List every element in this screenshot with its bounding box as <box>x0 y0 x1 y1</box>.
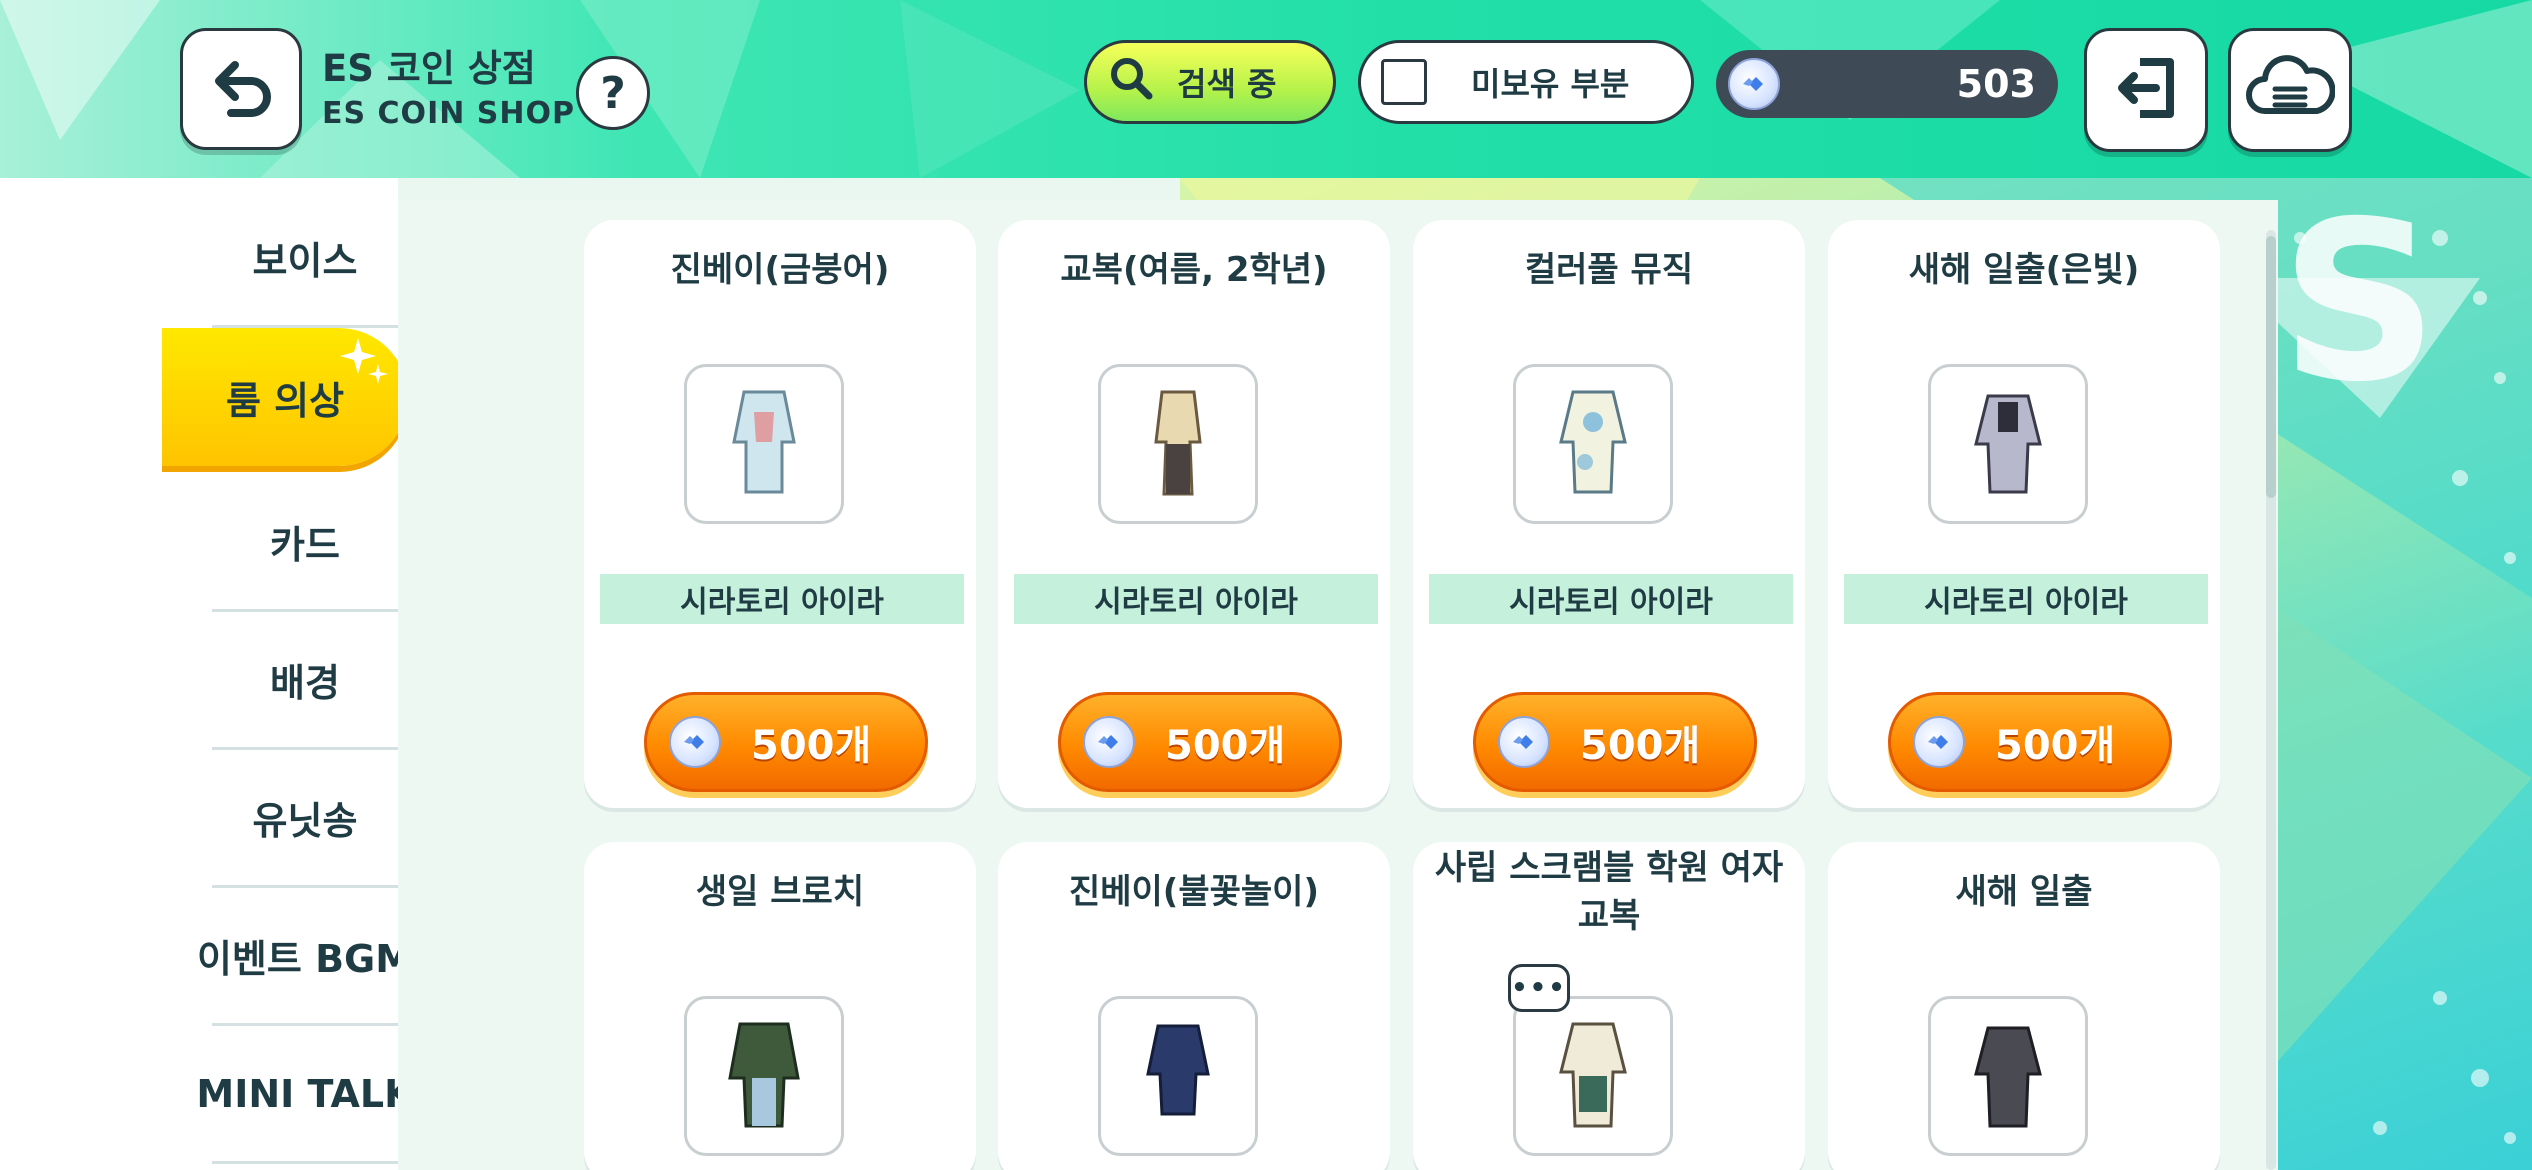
unowned-filter-checkbox[interactable] <box>1381 59 1427 105</box>
es-coin-icon <box>669 716 721 768</box>
item-name: 새해 일출(은빛) <box>1908 250 2140 290</box>
es-coin-icon <box>1498 716 1550 768</box>
shop-item-card[interactable]: 컬러풀 뮤직 시라토리 아이라 500개 <box>1413 220 1805 808</box>
sparkle-icon <box>338 336 390 397</box>
outfit-icon <box>1968 1014 2048 1138</box>
page-subtitle: ES COIN SHOP <box>322 96 575 131</box>
buy-button[interactable]: 500개 <box>1888 692 2172 792</box>
sidebar-item-event-bgm[interactable]: 이벤트 BGM <box>197 888 413 1026</box>
item-name: 컬러풀 뮤직 <box>1524 250 1694 290</box>
item-name: 사립 스크램블 학원 여자 교복 <box>1434 848 1784 936</box>
filter-label: 미보유 부분 <box>1471 65 1630 103</box>
character-name: 시라토리 아이라 <box>1844 574 2208 624</box>
price-label: 500개 <box>1580 723 1701 769</box>
item-thumbnail[interactable] <box>1513 364 1673 524</box>
shop-item-card[interactable]: 새해 일출 <box>1828 842 2220 1170</box>
es-coin-icon <box>1083 716 1135 768</box>
item-thumbnail[interactable] <box>1928 364 2088 524</box>
sidebar-item-card[interactable]: 카드 <box>212 474 398 612</box>
es-coin-icon <box>1913 716 1965 768</box>
shop-item-card[interactable]: 사립 스크램블 학원 여자 교복 <box>1413 842 1805 1170</box>
back-arrow-icon <box>205 51 277 127</box>
outfit-icon <box>724 1014 804 1138</box>
coin-balance: 503 <box>1716 50 2058 118</box>
price-label: 500개 <box>751 723 872 769</box>
sidebar-item-unit-song[interactable]: 유닛송 <box>212 750 398 888</box>
svg-text:S: S <box>2280 178 2438 430</box>
es-coin-icon <box>1728 58 1780 110</box>
sidebar-item-label: 룸 의상 <box>225 378 345 423</box>
sidebar-item-room-outfit[interactable]: 룸 의상 <box>162 328 408 466</box>
item-thumbnail[interactable] <box>684 996 844 1156</box>
character-name: 시라토리 아이라 <box>1429 574 1793 624</box>
scrollbar-thumb[interactable] <box>2266 236 2276 498</box>
item-name: 진베이(금붕어) <box>670 250 890 290</box>
outfit-icon <box>1553 1014 1633 1138</box>
sidebar-item-voice[interactable]: 보이스 <box>212 190 398 328</box>
shop-item-card[interactable]: 진베이(불꽃놀이) <box>998 842 1390 1170</box>
item-name: 새해 일출 <box>1955 872 2093 912</box>
item-thumbnail[interactable] <box>1098 364 1258 524</box>
outfit-icon <box>1138 1014 1218 1138</box>
search-icon <box>1109 56 1153 108</box>
search-label: 검색 중 <box>1177 65 1277 103</box>
outfit-icon <box>1968 382 2048 506</box>
item-thumbnail[interactable] <box>1098 996 1258 1156</box>
shop-item-card[interactable]: 새해 일출(은빛) 시라토리 아이라 500개 <box>1828 220 2220 808</box>
sidebar-item-background[interactable]: 배경 <box>212 612 398 750</box>
outfit-icon <box>1138 382 1218 506</box>
price-label: 500개 <box>1165 723 1286 769</box>
chat-bubble-icon: ••• <box>1508 964 1570 1012</box>
search-button[interactable]: 검색 중 <box>1084 40 1336 124</box>
outfit-icon <box>724 382 804 506</box>
character-name: 시라토리 아이라 <box>1014 574 1378 624</box>
sidebar-item-mini-talk[interactable]: MINI TALK <box>196 1026 414 1164</box>
menu-button[interactable] <box>2228 28 2352 152</box>
help-button[interactable]: ? <box>576 56 650 130</box>
item-thumbnail[interactable] <box>1513 996 1673 1156</box>
character-name: 시라토리 아이라 <box>600 574 964 624</box>
unowned-filter-toggle[interactable]: 미보유 부분 <box>1358 40 1694 124</box>
item-name: 진베이(불꽃놀이) <box>1068 872 1320 912</box>
item-thumbnail[interactable] <box>1928 996 2088 1156</box>
back-button[interactable] <box>180 28 302 150</box>
coin-balance-value: 503 <box>1956 62 2036 106</box>
outfit-icon <box>1553 382 1633 506</box>
item-name: 교복(여름, 2학년) <box>1060 250 1328 290</box>
shop-item-card[interactable]: 진베이(금붕어) 시라토리 아이라 500개 <box>584 220 976 808</box>
buy-button[interactable]: 500개 <box>1473 692 1757 792</box>
item-name: 생일 브로치 <box>695 872 865 912</box>
price-label: 500개 <box>1995 723 2116 769</box>
shop-item-card[interactable]: 교복(여름, 2학년) 시라토리 아이라 500개 <box>998 220 1390 808</box>
cloud-menu-icon <box>2245 53 2336 127</box>
buy-button[interactable]: 500개 <box>644 692 928 792</box>
exit-icon <box>2110 52 2182 128</box>
item-thumbnail[interactable] <box>684 364 844 524</box>
buy-button[interactable]: 500개 <box>1058 692 1342 792</box>
shop-item-card[interactable]: 생일 브로치 <box>584 842 976 1170</box>
page-title: ES 코인 상점 <box>322 47 536 90</box>
exit-button[interactable] <box>2084 28 2208 152</box>
